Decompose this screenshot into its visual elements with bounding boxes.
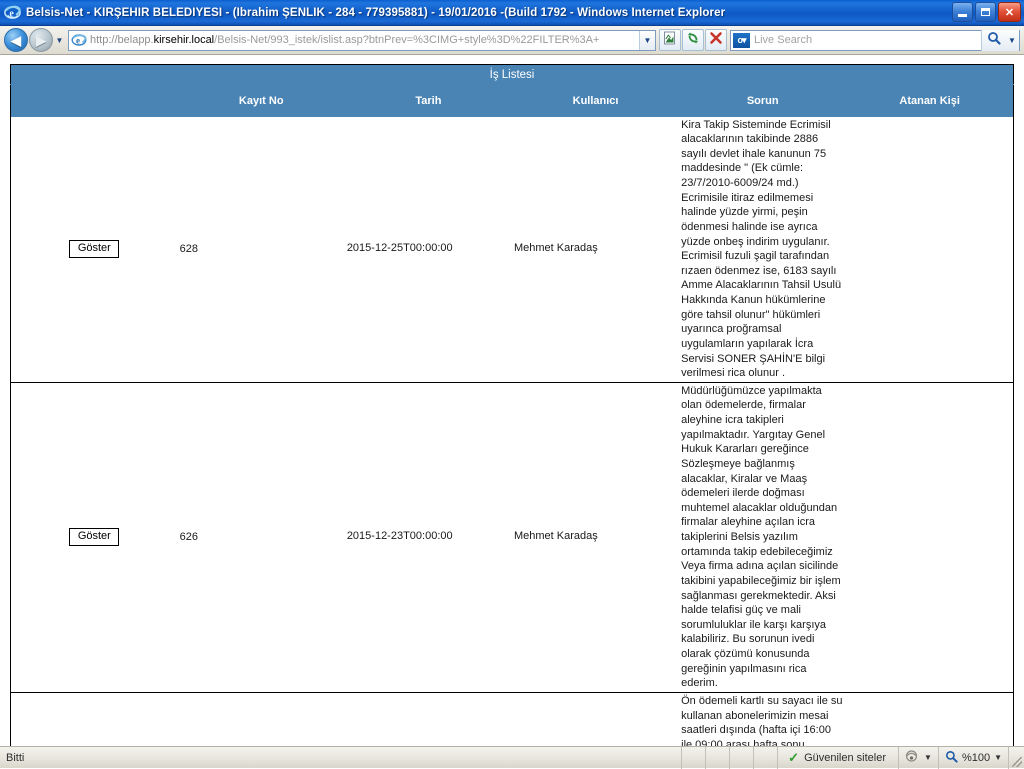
stop-button[interactable] <box>705 29 727 51</box>
work-list-table: İş Listesi Kayıt No Tarih Kullanıcı Soru… <box>10 64 1014 746</box>
status-segment <box>705 747 729 769</box>
row-tarih: 2015-12-17T00:00:00 <box>345 692 512 746</box>
protected-mode-icon <box>905 749 920 766</box>
row-action-cell: Göster <box>11 692 178 746</box>
svg-text:e: e <box>9 8 14 19</box>
address-url-text: http://belapp.kirsehir.local/Belsis-Net/… <box>90 34 639 46</box>
row-kayit-no: 626 <box>178 382 345 692</box>
row-kullanici: Murat Çelik <box>512 692 679 746</box>
row-kayit-no: 621 <box>178 692 345 746</box>
column-header-kayit-no[interactable]: Kayıt No <box>178 85 345 117</box>
url-path: /Belsis-Net/993_istek/islist.asp?btnPrev… <box>214 34 599 46</box>
feeds-button[interactable] <box>659 29 681 51</box>
column-header-kullanici[interactable]: Kullanıcı <box>512 85 679 117</box>
table-header-row: Kayıt No Tarih Kullanıcı Sorun Atanan Ki… <box>11 85 1014 117</box>
close-button[interactable]: ✕ <box>998 2 1021 22</box>
forward-button[interactable]: ▶ <box>29 28 53 52</box>
table-caption: İş Listesi <box>11 65 1014 85</box>
search-box[interactable]: o▾ Live Search ▼ <box>730 30 1020 51</box>
row-atanan-kisi <box>846 692 1013 746</box>
row-sorun: Müdürlüğümüzce yapılmakta olan ödemelerd… <box>679 382 846 692</box>
table-body: Göster 6282015-12-25T00:00:00Mehmet Karad… <box>11 117 1014 747</box>
row-kullanici: Mehmet Karadaş <box>512 382 679 692</box>
window-title-bar: e Belsis-Net - KIRŞEHİR BELEDİYESİ - (İb… <box>0 0 1024 26</box>
row-tarih: 2015-12-23T00:00:00 <box>345 382 512 692</box>
minimize-button[interactable] <box>952 2 973 22</box>
status-segment <box>753 747 777 769</box>
column-header-sorun[interactable]: Sorun <box>679 85 846 117</box>
internet-explorer-logo: e <box>4 4 21 21</box>
row-tarih: 2015-12-25T00:00:00 <box>345 117 512 383</box>
table-row: Göster 6282015-12-25T00:00:00Mehmet Karad… <box>11 117 1014 383</box>
recent-pages-dropdown[interactable]: ▼ <box>53 29 66 51</box>
row-sorun: Ön ödemeli kartlı su sayacı ile su kulla… <box>679 692 846 746</box>
page-favicon-icon: e <box>71 32 87 48</box>
column-header-tarih[interactable]: Tarih <box>345 85 512 117</box>
search-submit-button[interactable] <box>981 30 1005 51</box>
page-viewport: İş Listesi Kayıt No Tarih Kullanıcı Soru… <box>0 56 1024 746</box>
search-input[interactable]: Live Search <box>754 34 981 46</box>
search-provider-dropdown[interactable]: ▼ <box>1005 30 1019 51</box>
forward-arrow-icon: ▶ <box>36 34 46 47</box>
live-search-icon: o▾ <box>733 33 750 48</box>
row-kayit-no: 628 <box>178 117 345 383</box>
magnifier-icon <box>987 31 1001 50</box>
protected-mode-caret[interactable]: ▼ <box>924 753 932 762</box>
row-action-cell: Göster <box>11 117 178 383</box>
row-atanan-kisi <box>846 117 1013 383</box>
browser-toolbar: ◀ ▶ ▼ e http://belapp.kirsehir.local/Bel… <box>0 26 1024 55</box>
address-bar[interactable]: e http://belapp.kirsehir.local/Belsis-Ne… <box>68 30 656 51</box>
green-check-icon: ✓ <box>788 751 799 764</box>
status-bar: Bitti ✓ Güvenilen siteler ▼ %100 ▼ <box>0 746 1024 768</box>
svg-text:e: e <box>76 36 80 46</box>
table-head: İş Listesi Kayıt No Tarih Kullanıcı Soru… <box>11 65 1014 117</box>
stop-icon <box>709 31 723 50</box>
status-segment <box>681 747 705 769</box>
address-dropdown-button[interactable]: ▼ <box>639 31 655 50</box>
maximize-button[interactable] <box>975 2 996 22</box>
zoom-caret[interactable]: ▼ <box>994 753 1002 762</box>
window-resize-grip[interactable] <box>1008 747 1024 769</box>
maximize-icon <box>981 8 990 16</box>
security-zone-label: Güvenilen siteler <box>804 752 886 764</box>
status-segment <box>729 747 753 769</box>
status-text: Bitti <box>0 752 24 764</box>
zoom-indicator[interactable]: %100 ▼ <box>938 747 1008 769</box>
column-header-action[interactable] <box>11 85 178 117</box>
row-sorun: Kira Takip Sisteminde Ecrimisil alacakla… <box>679 117 846 383</box>
row-kullanici: Mehmet Karadaş <box>512 117 679 383</box>
zoom-magnifier-icon <box>945 750 958 766</box>
security-zone-indicator[interactable]: ✓ Güvenilen siteler <box>777 747 898 769</box>
protected-mode-indicator[interactable]: ▼ <box>898 747 938 769</box>
row-atanan-kisi <box>846 382 1013 692</box>
window-title: Belsis-Net - KIRŞEHİR BELEDİYESİ - (İbra… <box>26 7 725 19</box>
table-row: Göster 6262015-12-23T00:00:00Mehmet Karad… <box>11 382 1014 692</box>
row-action-cell: Göster <box>11 382 178 692</box>
rss-feed-icon <box>663 31 677 50</box>
url-domain: kirsehir.local <box>154 34 215 46</box>
table-row: Göster6212015-12-17T00:00:00Murat ÇelikÖ… <box>11 692 1014 746</box>
url-protocol: http://belapp. <box>90 34 154 46</box>
refresh-button[interactable] <box>682 29 704 51</box>
goster-button[interactable]: Göster <box>69 528 119 546</box>
column-header-atanan-kisi[interactable]: Atanan Kişi <box>846 85 1013 117</box>
back-arrow-icon: ◀ <box>11 34 21 47</box>
minimize-icon <box>958 14 967 17</box>
table-caption-row: İş Listesi <box>11 65 1014 85</box>
zoom-level-label: %100 <box>962 752 990 764</box>
window-controls: ✕ <box>952 2 1021 22</box>
goster-button[interactable]: Göster <box>69 240 119 258</box>
back-button[interactable]: ◀ <box>4 28 28 52</box>
refresh-icon <box>686 31 700 50</box>
